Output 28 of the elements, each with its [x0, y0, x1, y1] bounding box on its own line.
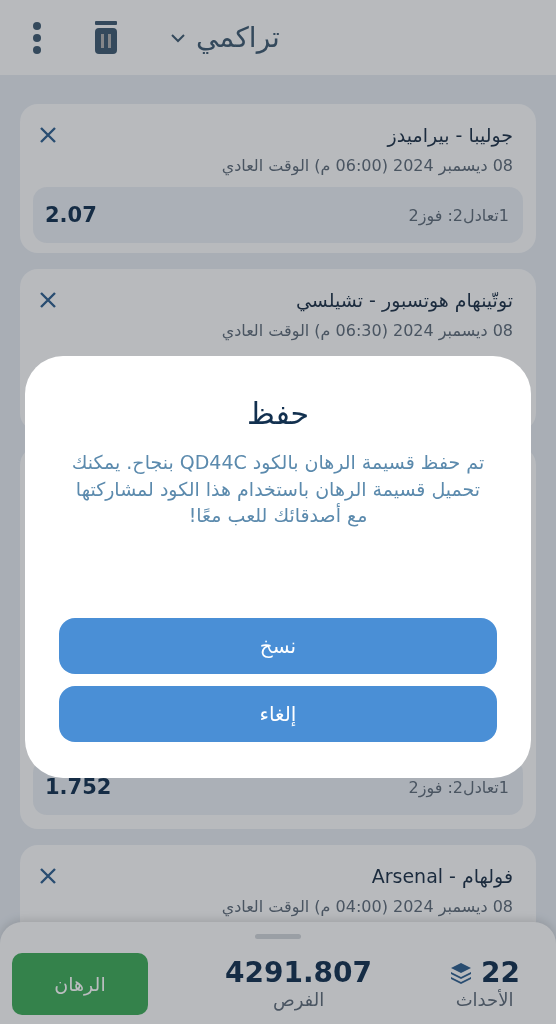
- more-options-icon[interactable]: [32, 20, 42, 55]
- dialog-button[interactable]: نسخ: [59, 618, 497, 674]
- dialog-title: حفظ: [246, 396, 310, 431]
- match-title: توتّينهام هوتسبور - تشيلسي: [296, 289, 513, 311]
- match-date: 08 ديسمبر 2024 (06:00 م) الوقت العادي: [220, 155, 514, 178]
- events-label: الأحداث: [455, 988, 514, 1010]
- close-icon[interactable]: [39, 291, 57, 309]
- layers-icon: [449, 961, 474, 986]
- selection-label: 1تعادل2: فوز2: [408, 205, 509, 225]
- match-title: فولهام - Arsenal: [371, 865, 513, 887]
- match-title: جوليبا - بيراميدز: [387, 124, 513, 146]
- drag-handle[interactable]: [255, 934, 301, 939]
- odds-value: 1.752: [45, 775, 112, 799]
- match-date: 08 ديسمبر 2024 (06:30 م) الوقت العادي: [220, 320, 514, 343]
- page-title[interactable]: تراكمي: [196, 21, 280, 54]
- selection-label: 1تعادل2: فوز2: [408, 777, 509, 797]
- close-icon[interactable]: [39, 867, 57, 885]
- dialog-button[interactable]: إلغاء: [59, 686, 497, 742]
- dialog-message: تم حفظ قسيمة الرهان بالكود QD44C بنجاح. يمكنك تحميل قسيمة الرهان باستخدام هذا الكود لمشاركتها مع أصدقائك للعب معًا!: [70, 450, 486, 529]
- total-odds: 4291.807: [225, 958, 373, 989]
- events-count: 22: [481, 958, 520, 989]
- delete-icon[interactable]: [94, 20, 118, 55]
- odds-value: 2.07: [45, 203, 97, 227]
- chevron-down-icon[interactable]: [170, 32, 186, 43]
- place-bet-button[interactable]: الرهان: [12, 953, 148, 1015]
- match-date: 08 ديسمبر 2024 (04:00 م) الوقت العادي: [220, 896, 514, 919]
- close-icon[interactable]: [39, 126, 57, 144]
- odds-label: الفرص: [272, 988, 325, 1010]
